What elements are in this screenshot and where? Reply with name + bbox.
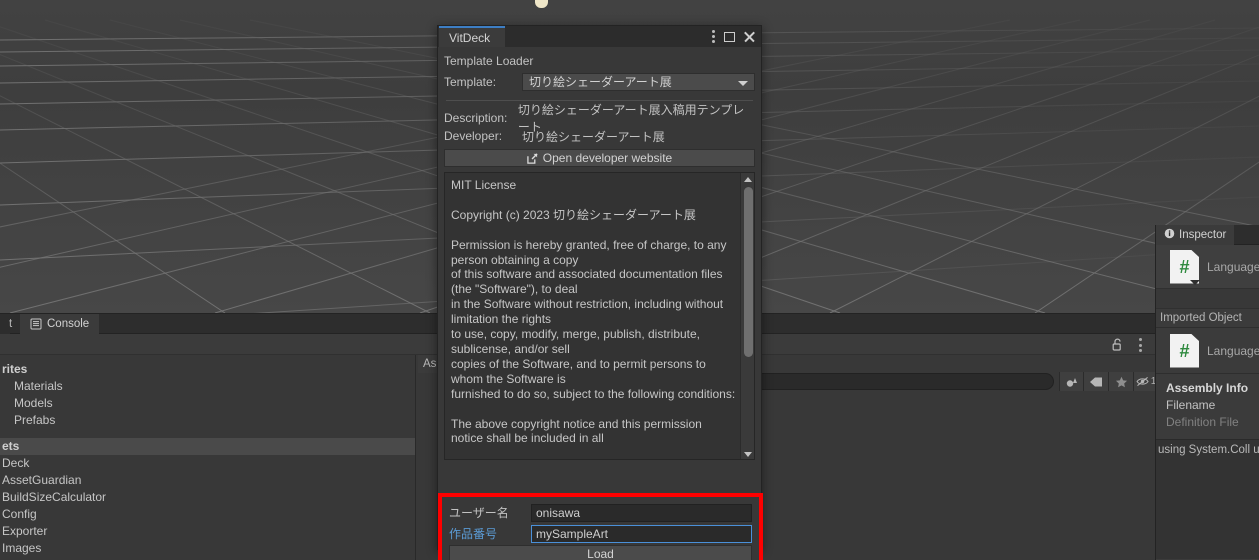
tree-item-favorites[interactable]: rites [0, 361, 415, 378]
tree-item-buildsizecalculator[interactable]: BuildSizeCalculator [0, 489, 415, 506]
definition-file-label: Definition File [1166, 415, 1239, 429]
license-scrollbar[interactable] [740, 173, 754, 459]
scrollbar-thumb[interactable] [743, 187, 753, 357]
artnumber-row: 作品番号 mySampleArt [449, 524, 752, 543]
external-link-icon [527, 152, 538, 164]
favorite-star-icon[interactable] [1109, 372, 1134, 391]
tab-console-label: Console [47, 318, 90, 330]
inspector-header: # Language [1156, 245, 1259, 289]
open-developer-website-button[interactable]: Open developer website [444, 149, 755, 167]
lock-open-icon[interactable] [1112, 338, 1123, 351]
inspector-tab-label: Inspector [1179, 229, 1227, 241]
assembly-info-heading: Assembly Info [1166, 381, 1249, 395]
tree-item-images[interactable]: Images [0, 540, 415, 557]
developer-label: Developer: [444, 129, 503, 143]
vitdeck-body: Template Loader Template: 切り絵シェーダーアート展 D… [438, 47, 761, 460]
code-preview: using System.Coll using UnityEngine name… [1156, 439, 1259, 559]
inspector-panel: Inspector # Language Imported Object # L… [1155, 225, 1259, 560]
artnumber-input[interactable]: mySampleArt [531, 524, 752, 543]
chevron-down-icon[interactable] [1190, 280, 1200, 285]
template-loader-title: Template Loader [444, 54, 534, 68]
imported-object-row[interactable]: # Language [1156, 328, 1259, 374]
scroll-up-arrow-icon[interactable] [744, 177, 752, 182]
vitdeck-window: VitDeck Template Loader Template: 切り絵シェー… [437, 25, 763, 560]
inspector-header-name: Language [1207, 259, 1259, 274]
tree-item-assetguardian[interactable]: AssetGuardian [0, 472, 415, 489]
filter-button-group: 1 [1059, 372, 1159, 391]
template-selected-value: 切り絵シェーダーアート展 [529, 75, 672, 89]
username-input[interactable]: onisawa [531, 503, 752, 522]
kebab-menu-icon[interactable] [712, 30, 716, 43]
license-text: MIT License Copyright (c) 2023 切り絵シェーダーア… [451, 178, 736, 446]
imported-object-name: Language [1207, 343, 1259, 358]
tree-item-exporter[interactable]: Exporter [0, 523, 415, 540]
maximize-icon[interactable] [724, 31, 735, 42]
tree-item-config[interactable]: Config [0, 506, 415, 523]
search-by-label-icon[interactable] [1084, 372, 1109, 391]
vitdeck-window-controls [712, 26, 755, 47]
vitdeck-tab[interactable]: VitDeck [439, 26, 505, 47]
tree-item-prefabs[interactable]: Prefabs [0, 412, 415, 429]
project-tree[interactable]: rites Materials Models Prefabs ets Deck … [0, 355, 416, 560]
tree-item-materials[interactable]: Materials [0, 378, 415, 395]
username-row: ユーザー名 onisawa [449, 503, 752, 522]
assembly-info-section: Assembly Info Filename Definition File [1156, 374, 1259, 435]
open-developer-website-label: Open developer website [542, 151, 673, 165]
project-icon [0, 318, 4, 330]
chevron-down-icon [738, 80, 748, 86]
load-form-highlight: ユーザー名 onisawa 作品番号 mySampleArt Load [438, 493, 763, 560]
tree-item-models[interactable]: Models [0, 395, 415, 412]
vitdeck-title: VitDeck [449, 30, 491, 45]
tab-console[interactable]: Console [20, 314, 100, 334]
project-menu-icon[interactable] [1139, 338, 1143, 352]
description-row: Description: 切り絵シェーダーアート展入稿用テンプレート [444, 103, 755, 134]
tab-inspector[interactable]: Inspector [1156, 225, 1235, 245]
description-label: Description: [444, 111, 508, 125]
tab-project-label: t [9, 318, 13, 330]
developer-value: 切り絵シェーダーアート展 [522, 129, 665, 144]
scene-object-mesh [535, 0, 548, 8]
username-label: ユーザー名 [449, 506, 509, 520]
csharp-script-icon: # [1170, 333, 1199, 368]
imported-object-label: Imported Object [1156, 309, 1259, 328]
template-label: Template: [444, 74, 497, 89]
scroll-down-arrow-icon[interactable] [744, 452, 752, 457]
template-dropdown[interactable]: 切り絵シェーダーアート展 [522, 72, 755, 91]
tab-project[interactable]: t [0, 314, 13, 334]
tree-item-assets[interactable]: ets [0, 438, 415, 455]
artnumber-label: 作品番号 [449, 527, 498, 541]
inspector-tabbar: Inspector [1156, 225, 1259, 245]
close-icon[interactable] [743, 31, 755, 43]
info-icon [1164, 228, 1175, 242]
inspector-gap [1156, 289, 1259, 309]
license-textbox[interactable]: MIT License Copyright (c) 2023 切り絵シェーダーア… [444, 172, 755, 460]
console-icon [30, 318, 42, 330]
filename-label: Filename [1166, 398, 1216, 412]
tree-item-vitdeck[interactable]: Deck [0, 455, 415, 472]
load-form: ユーザー名 onisawa 作品番号 mySampleArt Load [442, 497, 759, 560]
template-row: Template: 切り絵シェーダーアート展 [444, 72, 755, 91]
search-by-type-icon[interactable] [1059, 372, 1084, 391]
csharp-script-icon: # [1170, 249, 1199, 284]
vitdeck-titlebar[interactable]: VitDeck [438, 26, 761, 47]
load-button[interactable]: Load [449, 545, 752, 560]
